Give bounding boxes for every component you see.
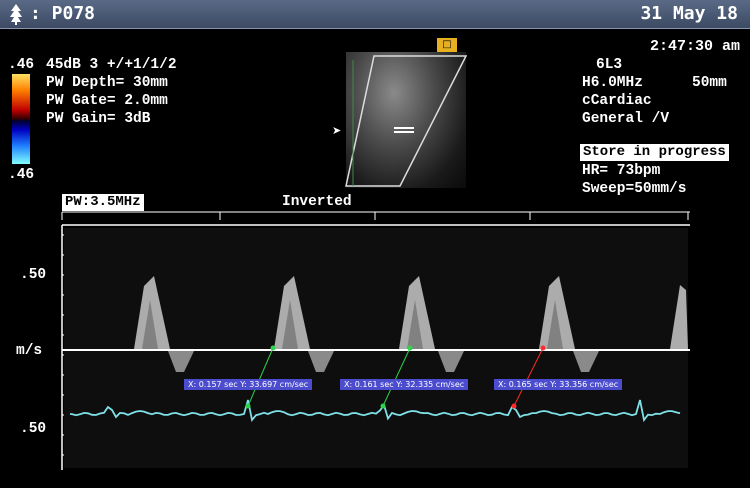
doppler-spectrum — [61, 55, 690, 470]
measurement-label-1: X: 0.157 sec Y: 33.697 cm/sec — [184, 379, 313, 390]
caliper-point — [270, 345, 276, 351]
caliper-point — [245, 403, 251, 409]
caliper-point — [407, 345, 413, 351]
measurement-label-3: X: 0.165 sec Y: 33.356 cm/sec — [494, 379, 623, 390]
caliper-point — [380, 403, 386, 409]
sector-outline — [345, 55, 468, 187]
measurement-label-2: X: 0.161 sec Y: 32.335 cm/sec — [340, 379, 469, 390]
caliper-point — [540, 345, 546, 351]
caliper-point — [511, 403, 517, 409]
